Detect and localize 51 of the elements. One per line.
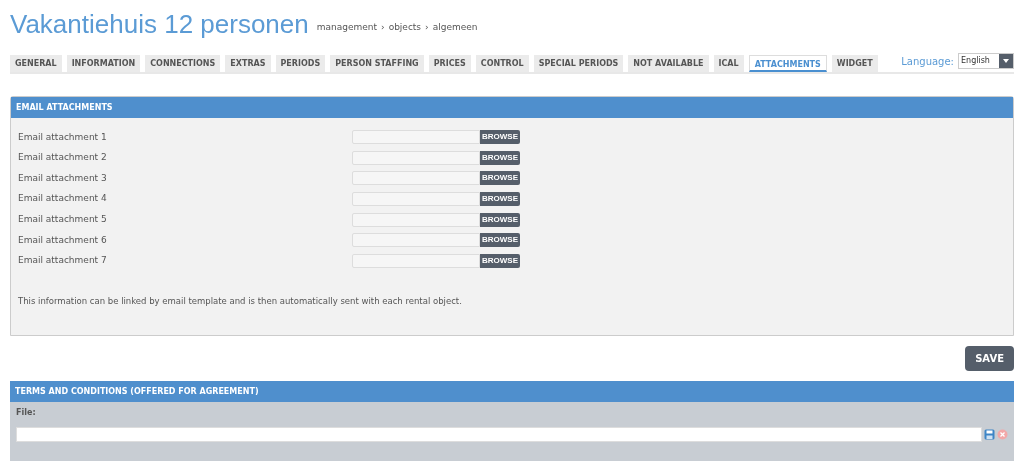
tab[interactable]: EXTRAS	[225, 55, 271, 72]
save-button[interactable]: SAVE	[965, 346, 1014, 371]
breadcrumb-separator: ›	[425, 20, 429, 34]
tab[interactable]: ATTACHMENTS	[748, 55, 827, 72]
tab[interactable]: CONTROL	[475, 55, 529, 72]
file-input-field[interactable]	[352, 150, 480, 165]
field-label: Email attachment 4	[18, 192, 108, 206]
file-input-field[interactable]	[352, 212, 480, 227]
tab[interactable]: INFORMATION	[66, 55, 141, 72]
tab[interactable]: WIDGET	[831, 55, 878, 72]
breadcrumb-separator: ›	[381, 20, 385, 34]
delete-icon[interactable]	[997, 429, 1008, 440]
browse-button[interactable]: BROWSE	[480, 192, 520, 207]
browse-button[interactable]: BROWSE	[480, 130, 520, 145]
panel-header: TERMS AND CONDITIONS (OFFERED FOR AGREEMENT)	[10, 381, 1014, 402]
file-input-field[interactable]	[352, 130, 480, 145]
panel-header: EMAIL ATTACHMENTS	[11, 97, 1013, 118]
file-input-field[interactable]	[16, 427, 982, 442]
save-icon[interactable]	[984, 429, 995, 440]
browse-button[interactable]: BROWSE	[480, 233, 520, 248]
file-input-field[interactable]	[352, 171, 480, 186]
field-label: Email attachment 1	[18, 130, 108, 144]
language-label: Language:	[901, 54, 954, 69]
tab[interactable]: PRICES	[428, 55, 471, 72]
tab[interactable]: CONNECTIONS	[145, 55, 221, 72]
browse-button[interactable]: BROWSE	[480, 253, 520, 268]
field-label: Email attachment 5	[18, 212, 108, 226]
tab[interactable]: ICAL	[713, 55, 744, 72]
tab[interactable]: PERSON STAFFING	[330, 55, 424, 72]
breadcrumb-link[interactable]: algemeen	[432, 20, 478, 34]
field-label: Email attachment 7	[18, 254, 108, 268]
browse-button[interactable]: BROWSE	[480, 171, 520, 186]
file-input-field[interactable]	[352, 233, 480, 248]
breadcrumb-link[interactable]: objects	[388, 20, 422, 34]
language-select[interactable]: English	[958, 53, 1014, 69]
field-label: Email attachment 6	[18, 233, 108, 247]
tab[interactable]: SPECIAL PERIODS	[533, 55, 624, 72]
file-label: File:	[15, 407, 37, 419]
page-title: Vakantiehuis 12 personen	[10, 8, 309, 40]
browse-button[interactable]: BROWSE	[480, 150, 520, 165]
tab[interactable]: PERIODS	[275, 55, 326, 72]
dropdown-caret-icon	[999, 54, 1013, 68]
tab[interactable]: NOT AVAILABLE	[628, 55, 709, 72]
field-label: Email attachment 3	[18, 171, 108, 185]
info-text: This information can be linked by email template and is then automatically sent with each rental object.	[18, 295, 463, 308]
breadcrumb-link[interactable]: management	[316, 20, 378, 34]
field-label: Email attachment 2	[18, 151, 108, 165]
tab[interactable]: GENERAL	[10, 55, 62, 72]
browse-button[interactable]: BROWSE	[480, 212, 520, 227]
file-input-field[interactable]	[352, 253, 480, 268]
file-input-field[interactable]	[352, 192, 480, 207]
